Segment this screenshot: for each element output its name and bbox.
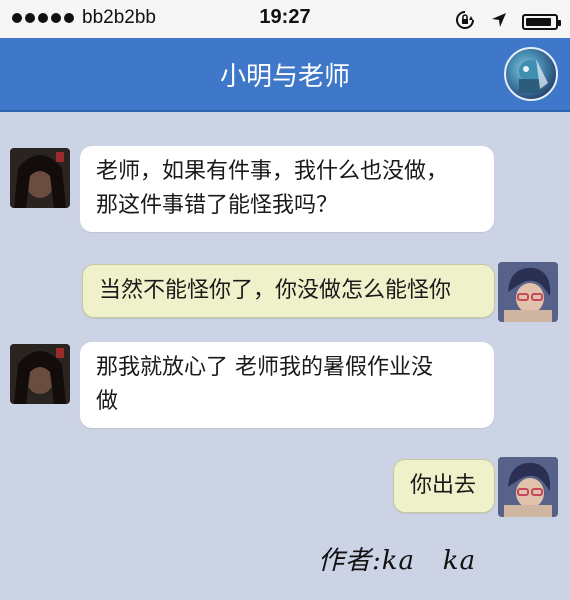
- message-text: 那我就放心了 老师我的暑假作业没: [96, 355, 433, 380]
- chat-title: 小明与老师: [219, 62, 350, 92]
- avatar-teacher[interactable]: [498, 262, 558, 322]
- message-bubble-2[interactable]: 当然不能怪你了，你没做怎么能怪你: [82, 264, 495, 318]
- rotation-lock-icon: [454, 9, 476, 35]
- avatar-student[interactable]: [10, 344, 70, 404]
- location-arrow-icon: [490, 11, 508, 33]
- message-text: 老师，如果有件事，我什么也没做，: [96, 159, 449, 184]
- message-bubble-4[interactable]: 你出去: [393, 459, 495, 513]
- author-signature: 作者:ka ka: [318, 546, 477, 576]
- group-avatar[interactable]: [504, 47, 558, 101]
- message-text: 你出去: [410, 473, 477, 498]
- chat-header: 小明与老师: [0, 38, 570, 112]
- message-text: 做: [96, 389, 119, 414]
- message-text: 当然不能怪你了，你没做怎么能怪你: [99, 278, 452, 303]
- status-bar: bb2b2bb 19:27: [0, 0, 570, 38]
- message-bubble-1[interactable]: 老师，如果有件事，我什么也没做， 那这件事错了能怪我吗？: [80, 146, 494, 232]
- message-text: 那这件事错了能怪我吗？: [96, 193, 339, 218]
- avatar-teacher[interactable]: [498, 457, 558, 517]
- avatar-student[interactable]: [10, 148, 70, 208]
- battery-icon: [522, 14, 561, 30]
- message-bubble-3[interactable]: 那我就放心了 老师我的暑假作业没 做: [80, 342, 494, 428]
